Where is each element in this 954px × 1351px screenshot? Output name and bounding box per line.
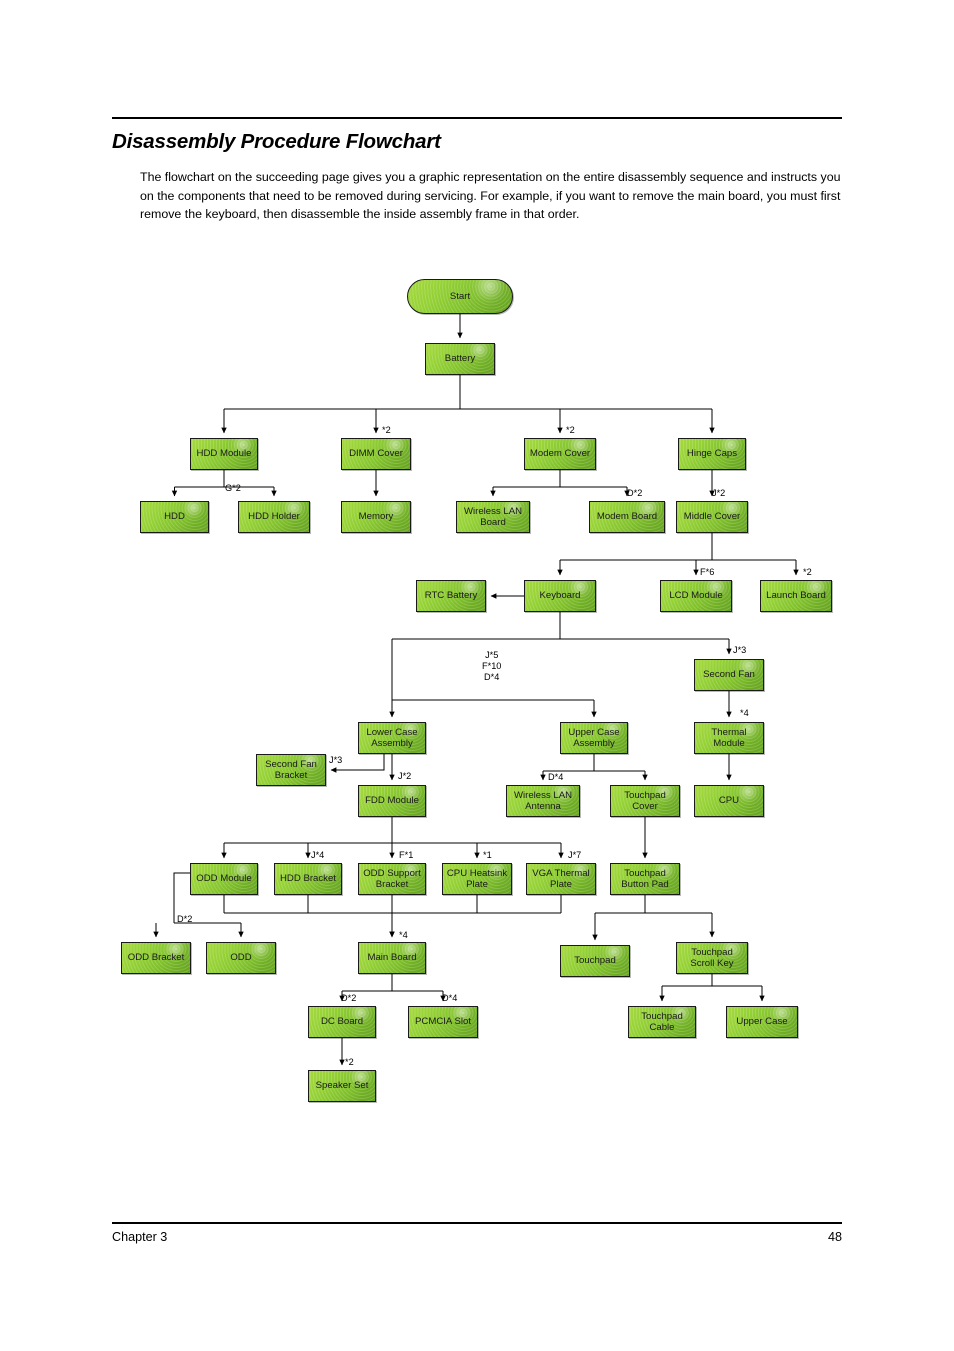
flow-node-hdd_holder: HDD Holder (238, 501, 310, 533)
edge-label: J*2 (398, 771, 411, 782)
flow-node-odd: ODD (206, 942, 276, 974)
edge-label: J*3 (329, 755, 342, 766)
flow-node-rtc_battery: RTC Battery (416, 580, 486, 612)
edge-label: *4 (740, 708, 749, 719)
edge-label: *1 (483, 850, 492, 861)
flow-node-speaker_set: Speaker Set (308, 1070, 376, 1102)
disassembly-flowchart: Start Battery HDD Module DIMM Cover Modem Co… (0, 0, 954, 1351)
flow-node-modem_cover: Modem Cover (524, 438, 596, 470)
flow-node-odd_module: ODD Module (190, 863, 258, 895)
flow-node-vga_thermal: VGA Thermal Plate (526, 863, 596, 895)
flow-node-main_board: Main Board (358, 942, 426, 974)
flow-node-wireless_lan_ant: Wireless LAN Antenna (506, 785, 580, 817)
edge-label: J*3 (733, 645, 746, 656)
edge-label: *2 (345, 1057, 354, 1068)
flowchart-edge-layer (0, 0, 954, 1351)
edge-label: D*2 (341, 993, 356, 1004)
edge-label: J*4 (311, 850, 324, 861)
edge-label: D*4 (548, 772, 563, 783)
flow-node-dc_board: DC Board (308, 1006, 376, 1038)
flow-node-keyboard: Keyboard (524, 580, 596, 612)
flow-node-pcmcia_slot: PCMCIA Slot (408, 1006, 478, 1038)
edge-label: D*4 (442, 993, 457, 1004)
flow-node-second_fan_bracket: Second Fan Bracket (256, 754, 326, 786)
edge-label: J*7 (568, 850, 581, 861)
footer-chapter: Chapter 3 (112, 1230, 167, 1244)
flow-node-touchpad: Touchpad (560, 945, 630, 977)
flow-node-cpu_heatsink: CPU Heatsink Plate (442, 863, 512, 895)
edge-label: *2 (803, 567, 812, 578)
flow-node-lower_case: Lower Case Assembly (358, 722, 426, 754)
flow-node-thermal_module: Thermal Module (694, 722, 764, 754)
edge-label: F*1 (399, 850, 413, 861)
flow-node-cpu: CPU (694, 785, 764, 817)
flow-node-second_fan: Second Fan (694, 659, 764, 691)
edge-label: D*2 (177, 914, 192, 925)
flow-node-upper_case_asm: Upper Case Assembly (560, 722, 628, 754)
flow-node-lcd_module: LCD Module (660, 580, 732, 612)
flow-node-hdd: HDD (140, 501, 209, 533)
flow-node-battery: Battery (425, 343, 495, 375)
footer-divider (112, 1222, 842, 1224)
edge-label: *4 (399, 930, 408, 941)
flow-node-dimm_cover: DIMM Cover (341, 438, 411, 470)
edge-label: G*2 (225, 483, 241, 494)
flow-node-upper_case: Upper Case (726, 1006, 798, 1038)
flow-node-touchpad_scroll: Touchpad Scroll Key (676, 942, 748, 974)
flow-node-touchpad_cover: Touchpad Cover (610, 785, 680, 817)
flow-node-fdd_module: FDD Module (358, 785, 426, 817)
document-page: Disassembly Procedure Flowchart The flow… (0, 0, 954, 1351)
flow-node-memory: Memory (341, 501, 411, 533)
flow-node-hdd_bracket: HDD Bracket (274, 863, 342, 895)
flow-node-touchpad_btn_pad: Touchpad Button Pad (610, 863, 680, 895)
flow-node-wireless_lan_board: Wireless LAN Board (456, 501, 530, 533)
flow-node-hdd_module: HDD Module (190, 438, 258, 470)
flow-node-hinge_caps: Hinge Caps (678, 438, 746, 470)
edge-label: D*2 (627, 488, 642, 499)
flow-node-touchpad_cable: Touchpad Cable (628, 1006, 696, 1038)
flow-node-launch_board: Launch Board (760, 580, 832, 612)
edge-label: J*2 (712, 488, 725, 499)
edge-label: *2 (382, 425, 391, 436)
flow-node-start: Start (407, 279, 513, 314)
flow-node-odd_bracket: ODD Bracket (121, 942, 191, 974)
footer-page-number: 48 (780, 1230, 842, 1244)
flow-node-odd_support: ODD Support Bracket (358, 863, 426, 895)
flow-node-middle_cover: Middle Cover (676, 501, 748, 533)
edge-label: J*5 F*10 D*4 (482, 650, 501, 683)
flow-node-modem_board: Modem Board (589, 501, 665, 533)
edge-label: F*6 (700, 567, 714, 578)
edge-label: *2 (566, 425, 575, 436)
